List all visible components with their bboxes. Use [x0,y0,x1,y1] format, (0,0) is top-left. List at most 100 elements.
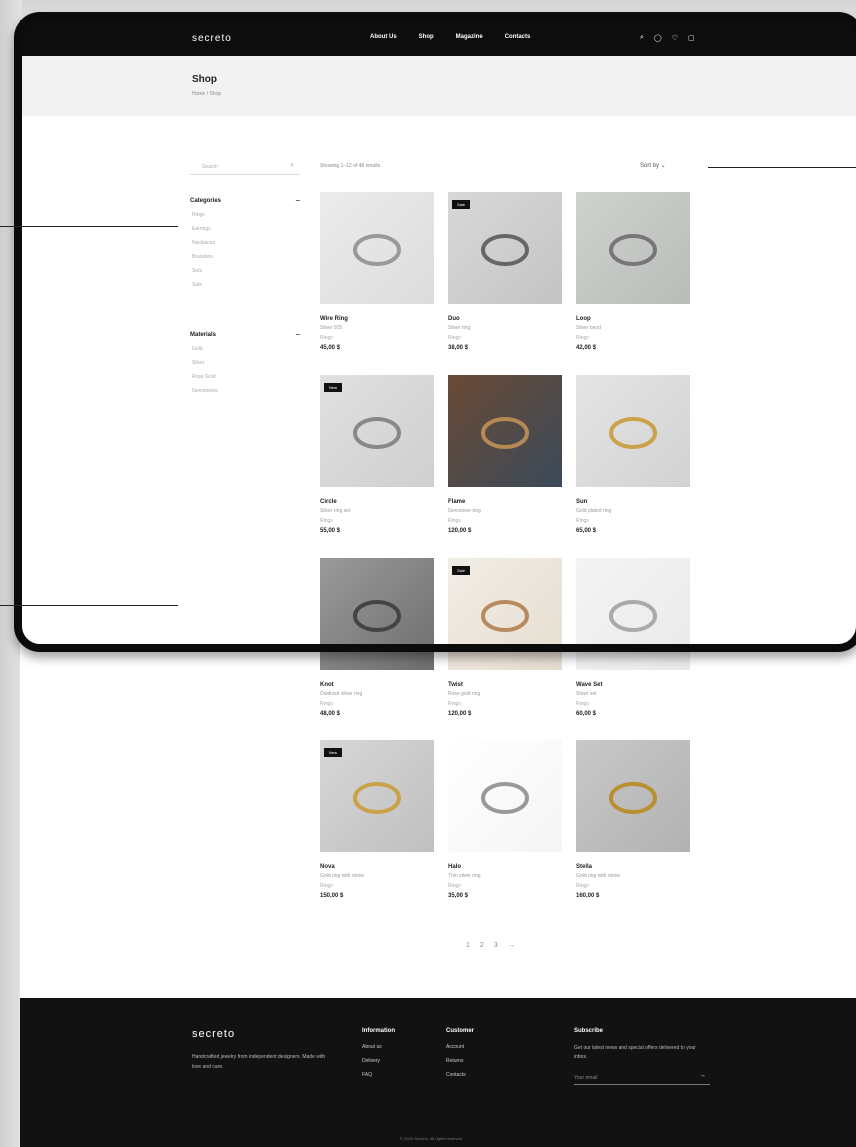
filter-item[interactable]: Rose Gold [192,374,300,380]
product-name[interactable]: Knot [320,682,434,688]
newsletter-email-field[interactable]: Your email → [574,1072,710,1085]
search-input[interactable]: Search [202,164,218,170]
nav-magazine[interactable]: Magazine [456,34,483,40]
product-price: 48,00 $ [320,711,341,717]
product-card[interactable]: Knot Oxidized silver ring Rings 48,00 $ [320,558,434,717]
product-name[interactable]: Duo [448,316,562,322]
product-price: 42,00 $ [576,345,597,351]
product-image[interactable] [320,192,434,304]
product-name[interactable]: Sun [576,499,690,505]
product-name[interactable]: Wire Ring [320,316,434,322]
filter-item[interactable]: Sets [192,268,300,274]
nav-about[interactable]: About Us [370,34,397,40]
product-price: 160,00 $ [576,893,600,899]
next-page-arrow[interactable]: → [508,942,515,949]
cart-icon[interactable]: ▢ [688,34,695,42]
footer-link[interactable]: Returns [446,1058,474,1064]
filter-item[interactable]: Necklaces [192,240,300,246]
product-price: 120,00 $ [448,711,472,717]
footer-link[interactable]: FAQ [362,1072,395,1078]
product-image[interactable]: Sale [448,192,562,304]
product-name[interactable]: Loop [576,316,690,322]
product-subtitle: Silver set [576,691,597,697]
product-category: Rings [320,335,333,341]
product-card[interactable]: New Nova Gold ring with stone Rings 150,00 $ [320,740,434,899]
site-logo[interactable]: secreto [192,33,232,44]
product-image[interactable] [576,375,690,487]
product-image[interactable]: New [320,740,434,852]
product-image[interactable] [576,740,690,852]
site-header: secreto About Us Shop Magazine Contacts … [20,20,856,56]
product-name[interactable]: Stella [576,864,690,870]
product-image[interactable] [576,192,690,304]
product-category: Rings [320,883,333,889]
product-category: Rings [448,883,461,889]
filter-item[interactable]: Rings [192,212,300,218]
newsletter: Subscribe Get our latest news and specia… [574,1028,710,1085]
product-category: Rings [576,701,589,707]
product-card[interactable]: Sale Twist Rose gold ring Rings 120,00 $ [448,558,562,717]
footer-link[interactable]: Delivery [362,1058,395,1064]
product-card[interactable]: Flame Gemstone ring Rings 120,00 $ [448,375,562,534]
page-link[interactable]: 1 [466,942,470,949]
product-name[interactable]: Wave Set [576,682,690,688]
filter-item[interactable]: Bracelets [192,254,300,260]
sort-dropdown[interactable]: Sort by ⌄ [640,162,666,169]
footer-column-information: Information About us Delivery FAQ [362,1028,395,1086]
product-subtitle: Rose gold ring [448,691,481,697]
page-link[interactable]: 3 [494,942,498,949]
filter-header[interactable]: Materials − [190,331,300,339]
product-card[interactable]: Sale Duo Silver ring Rings 38,00 $ [448,192,562,351]
filter-item[interactable]: Sale [192,282,300,288]
nav-shop[interactable]: Shop [419,34,434,40]
main-nav: About Us Shop Magazine Contacts [370,34,530,40]
filter-item[interactable]: Gold [192,346,300,352]
product-name[interactable]: Twist [448,682,562,688]
product-card[interactable]: Stella Gold ring with stone Rings 160,00 $ [576,740,690,899]
product-card[interactable]: Halo Thin silver ring Rings 35,00 $ [448,740,562,899]
search-icon[interactable]: ⌕ [640,34,644,42]
arrow-right-icon[interactable]: → [699,1072,706,1079]
product-name[interactable]: Halo [448,864,562,870]
filter-item[interactable]: Gemstones [192,388,300,394]
product-card[interactable]: New Circle Silver ring set Rings 55,00 $ [320,375,434,534]
product-subtitle: Silver band [576,325,602,331]
breadcrumb[interactable]: Home / Shop [192,91,221,97]
product-name[interactable]: Nova [320,864,434,870]
product-image[interactable] [448,740,562,852]
collapse-icon[interactable]: − [295,331,300,339]
footer-link[interactable]: Contacts [446,1072,474,1078]
footer-link[interactable]: Account [446,1044,474,1050]
footer-logo[interactable]: secreto [192,1028,235,1040]
filter-header[interactable]: Categories − [190,197,300,205]
heart-icon[interactable]: ♡ [672,34,678,42]
product-card[interactable]: Sun Gold plated ring Rings 65,00 $ [576,375,690,534]
filter-item[interactable]: Silver [192,360,300,366]
product-image[interactable]: Sale [448,558,562,670]
product-subtitle: Gold ring with stone [576,873,621,879]
product-card[interactable]: Wave Set Silver set Rings 60,00 $ [576,558,690,717]
search-icon[interactable]: ⌕ [290,162,294,170]
page-link[interactable]: 2 [480,942,484,949]
annotation-line [0,605,178,606]
collapse-icon[interactable]: − [295,197,300,205]
user-icon[interactable]: ◯ [654,34,662,42]
newsletter-placeholder: Your email [574,1075,598,1081]
newsletter-title: Subscribe [574,1028,604,1034]
product-image[interactable]: New [320,375,434,487]
product-image[interactable] [320,558,434,670]
sidebar-search[interactable]: Search ⌕ [190,162,300,175]
product-image[interactable] [448,375,562,487]
results-count: Showing 1–12 of 48 results [320,163,381,169]
footer-link[interactable]: About us [362,1044,395,1050]
product-card[interactable]: Loop Silver band Rings 42,00 $ [576,192,690,351]
nav-contacts[interactable]: Contacts [505,34,531,40]
product-subtitle: Silver 925 [320,325,343,331]
annotation-line [708,167,856,168]
product-image[interactable] [576,558,690,670]
filter-item[interactable]: Earrings [192,226,300,232]
product-name[interactable]: Flame [448,499,562,505]
page-title-bar: Shop Home / Shop [20,56,856,116]
product-name[interactable]: Circle [320,499,434,505]
product-card[interactable]: Wire Ring Silver 925 Rings 45,00 $ [320,192,434,351]
